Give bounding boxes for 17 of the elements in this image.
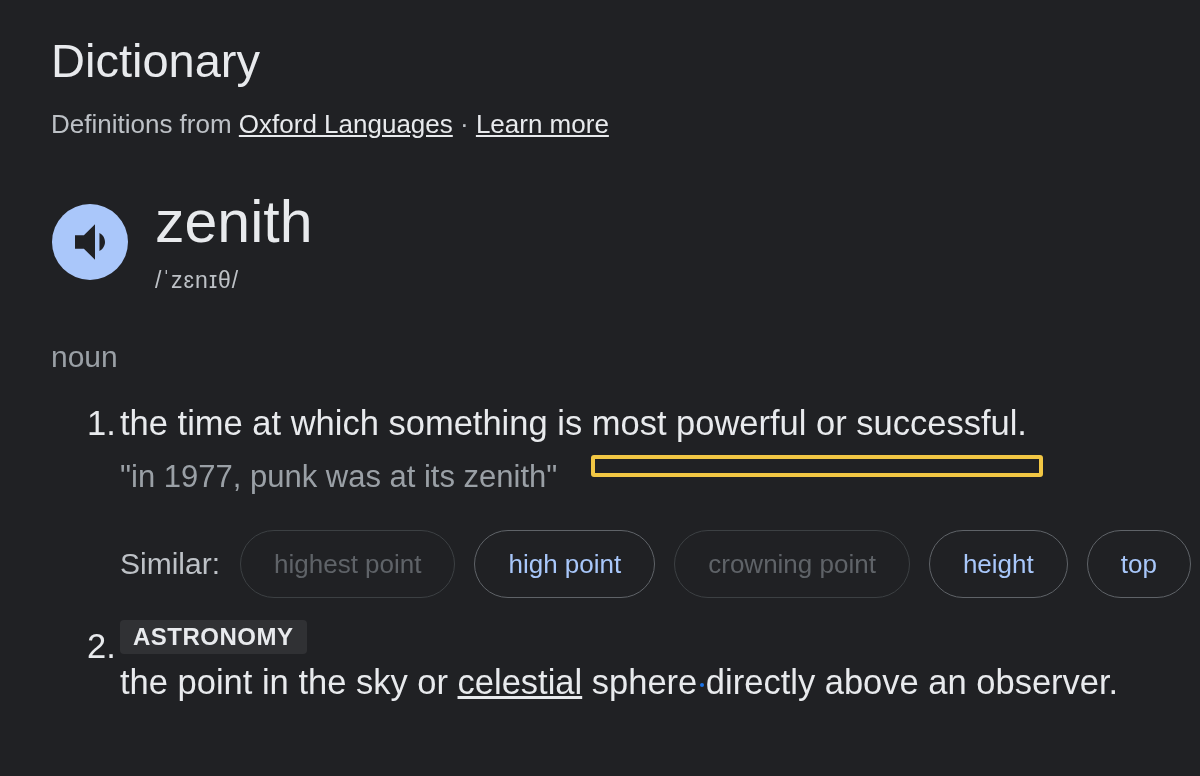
source-link[interactable]: Oxford Languages [238, 109, 453, 139]
sense-number: 2. [87, 626, 117, 667]
pronunciation: /ˈzɛnɪθ/ [155, 267, 241, 293]
dictionary-title: Dictionary [51, 34, 261, 88]
sense-number: 1. [87, 403, 117, 444]
subject-label: ASTRONOMY [120, 620, 307, 654]
attribution-line: Definitions from Oxford Languages · Learn more [51, 109, 610, 139]
example-sentence: "in 1977, punk was at its zenith" [120, 459, 558, 495]
definition-text: the time at which something is most powerful or successful. [120, 403, 1028, 444]
speaker-icon [75, 224, 105, 260]
headword: zenith [155, 193, 313, 252]
term-link[interactable]: celestial [457, 663, 583, 701]
learn-more-link[interactable]: Learn more [475, 109, 609, 139]
similar-label: Similar: [120, 547, 220, 581]
dot-icon [699, 682, 704, 687]
part-of-speech: noun [51, 340, 119, 374]
definition-text: the point in the sky or celestial sphere directly above an observer. [120, 662, 1120, 703]
